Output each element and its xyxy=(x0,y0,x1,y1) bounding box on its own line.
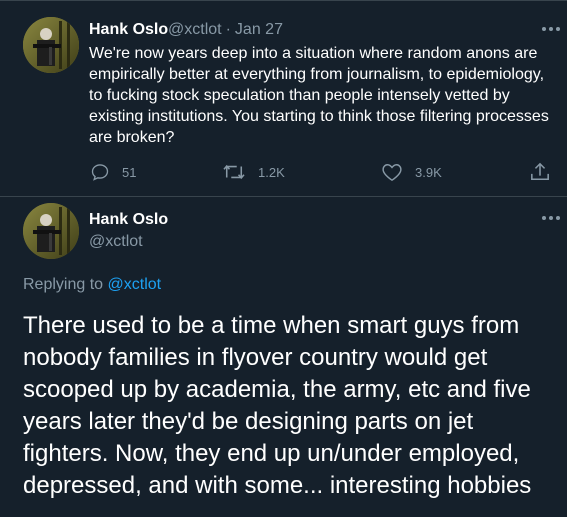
tweet-date[interactable]: Jan 27 xyxy=(235,21,283,39)
share-button[interactable] xyxy=(530,161,562,183)
retweet-button[interactable]: 1.2K xyxy=(222,161,285,183)
like-button[interactable]: 3.9K xyxy=(381,161,442,183)
replying-to: Replying to @xctlot xyxy=(23,276,161,294)
more-options-icon[interactable] xyxy=(540,24,562,34)
avatar-image xyxy=(23,17,79,73)
separator-dot: · xyxy=(225,21,231,38)
more-options-icon[interactable] xyxy=(540,213,562,223)
tweet-text: We're now years deep into a situation wh… xyxy=(89,45,549,146)
avatar[interactable] xyxy=(23,203,79,259)
avatar-image xyxy=(23,203,79,259)
author-name[interactable]: Hank Oslo xyxy=(89,21,168,39)
heart-icon xyxy=(382,163,402,182)
author-name[interactable]: Hank Oslo xyxy=(89,211,168,229)
replying-to-handle[interactable]: @xctlot xyxy=(108,276,162,293)
reply-button[interactable]: 51 xyxy=(90,161,136,183)
retweet-icon xyxy=(223,164,245,180)
share-icon xyxy=(531,162,549,181)
reply-icon xyxy=(91,164,109,181)
author-handle[interactable]: @xctlot xyxy=(168,21,222,39)
replying-to-label: Replying to xyxy=(23,276,104,293)
retweet-count: 1.2K xyxy=(258,164,285,180)
like-count: 3.9K xyxy=(415,164,442,180)
tweet-divider xyxy=(0,196,567,197)
top-divider xyxy=(0,0,567,1)
tweet-text: There used to be a time when smart guys … xyxy=(23,312,532,499)
avatar[interactable] xyxy=(23,17,79,73)
reply-count: 51 xyxy=(122,164,137,180)
author-handle[interactable]: @xctlot xyxy=(89,233,143,251)
